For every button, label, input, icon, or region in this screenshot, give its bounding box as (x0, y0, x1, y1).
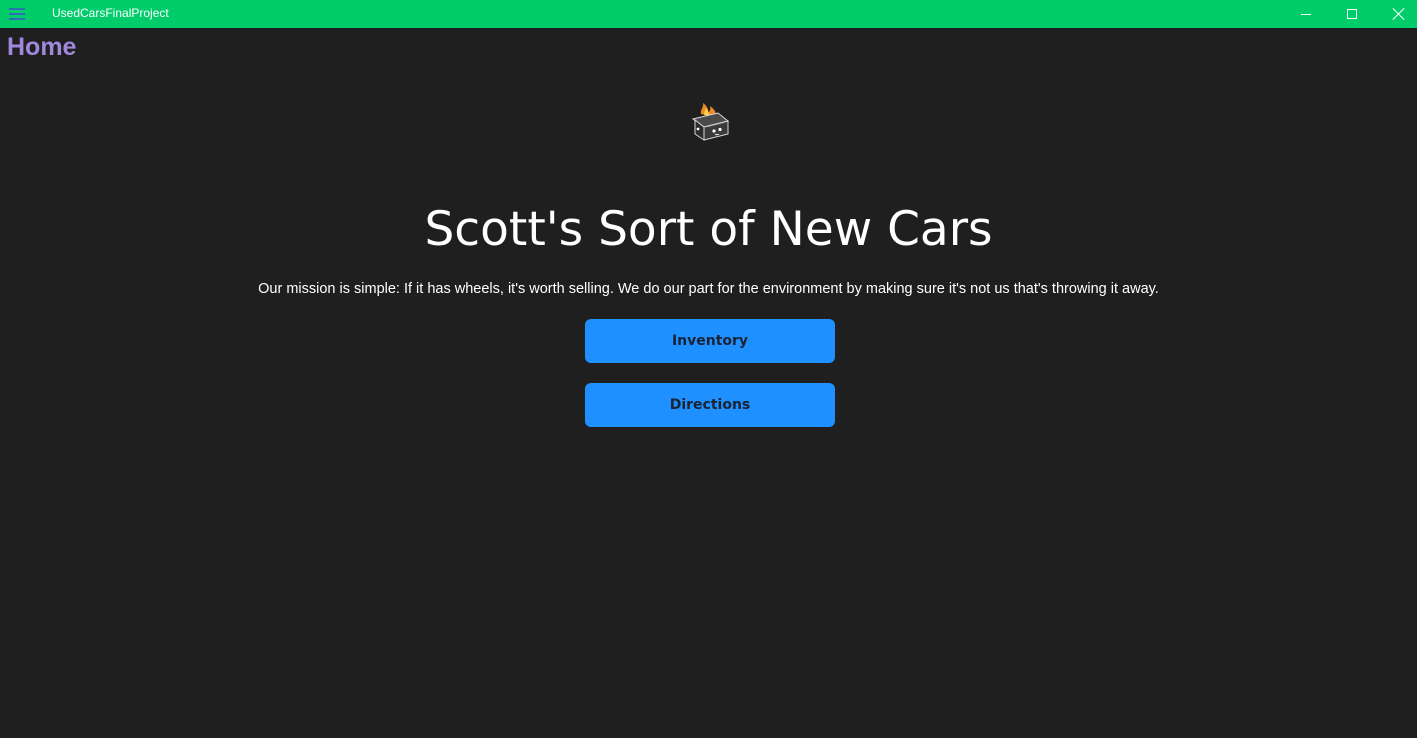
mission-statement: Our mission is simple: If it has wheels,… (258, 281, 1159, 297)
burning-dumpster-icon (691, 103, 730, 141)
page-title: Scott's Sort of New Cars (424, 202, 993, 257)
minimize-button[interactable] (1283, 0, 1329, 28)
hamburger-menu-icon[interactable] (0, 0, 34, 28)
minimize-icon (1301, 13, 1311, 15)
close-icon (1392, 8, 1404, 20)
close-button[interactable] (1375, 0, 1417, 28)
window-title: UsedCarsFinalProject (52, 6, 169, 20)
maximize-icon (1347, 9, 1357, 19)
maximize-button[interactable] (1329, 0, 1375, 28)
inventory-button[interactable]: Inventory (585, 319, 835, 363)
title-bar: UsedCarsFinalProject (0, 0, 1417, 28)
directions-button[interactable]: Directions (585, 383, 835, 427)
page-header: Home (7, 33, 77, 61)
